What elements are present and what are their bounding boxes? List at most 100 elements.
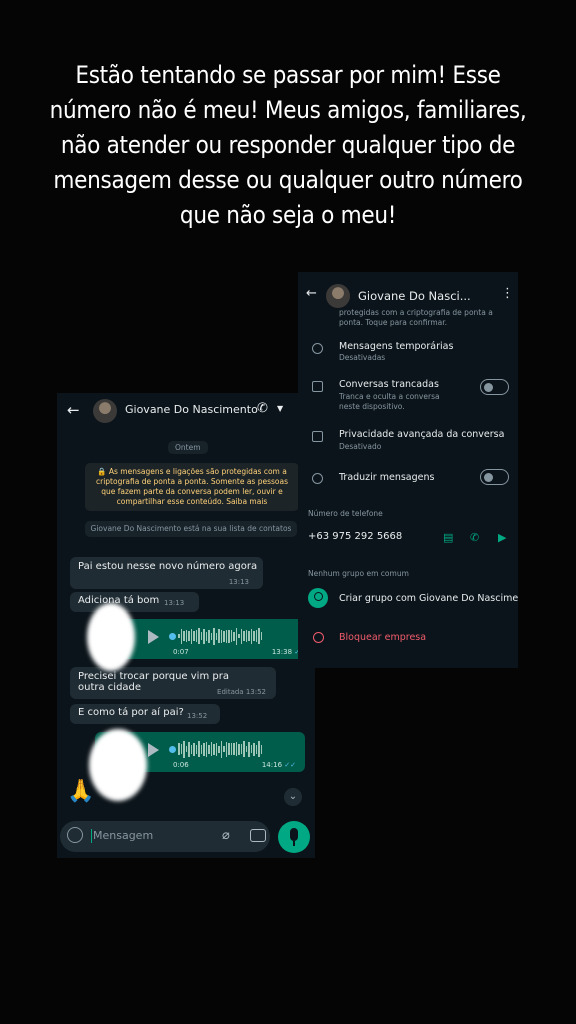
waveform-bar xyxy=(223,630,225,642)
waveform-bar xyxy=(225,629,227,643)
waveform-bar xyxy=(253,631,255,641)
block-business-button[interactable]: Bloquear empresa xyxy=(339,632,426,643)
phone-icon[interactable]: ✆ xyxy=(257,401,268,416)
waveform-bar xyxy=(235,742,237,756)
message-time: Editada 13:52 xyxy=(217,688,266,696)
incoming-message[interactable]: Precisei trocar porque vim pra outra cid… xyxy=(70,667,276,699)
waveform-bar xyxy=(188,631,190,641)
waveform-bar xyxy=(238,634,240,638)
waveform-bar xyxy=(208,629,210,643)
phone-number[interactable]: +63 975 292 5668 xyxy=(308,531,402,542)
waveform-bar xyxy=(228,629,230,643)
waveform-bar xyxy=(248,741,250,757)
redaction-blur xyxy=(87,603,135,671)
avatar[interactable] xyxy=(93,399,117,423)
info-header: ← Giovane Do Nasci... ⋮ xyxy=(298,272,518,308)
waveform-bar xyxy=(235,627,237,645)
waveform-bar xyxy=(213,627,215,645)
waveform-bar xyxy=(195,630,197,642)
mic-icon xyxy=(290,828,298,841)
caption-line: Estão tentando se passar por mim! Esse xyxy=(75,61,501,89)
waveform-bar xyxy=(225,741,227,757)
waveform-bar xyxy=(260,744,262,754)
incoming-message[interactable]: Pai estou nesse novo número agora 13:13 xyxy=(70,557,263,589)
globe-icon xyxy=(312,473,323,484)
waveform-bar xyxy=(228,743,230,755)
mic-button[interactable] xyxy=(278,821,310,853)
contact-name[interactable]: Giovane Do Nascimento xyxy=(125,403,258,416)
translate-toggle[interactable] xyxy=(480,469,509,485)
caption-line: que não seja o meu! xyxy=(179,201,397,229)
chat-header: ← Giovane Do Nascimento ✆ ▼ xyxy=(57,393,315,429)
waveform xyxy=(178,740,262,758)
encryption-hint[interactable]: protegidas com a criptografia de ponta a… xyxy=(339,308,493,328)
waveform-bar xyxy=(233,743,235,755)
waveform-bar xyxy=(215,632,217,640)
waveform-bar xyxy=(200,744,202,754)
block-icon xyxy=(313,632,324,643)
temporary-messages-title[interactable]: Mensagens temporárias xyxy=(339,341,453,352)
chevron-down-icon[interactable]: ▼ xyxy=(277,404,283,413)
back-arrow-icon[interactable]: ← xyxy=(306,286,317,301)
play-icon[interactable] xyxy=(148,743,159,757)
timer-icon xyxy=(312,343,323,354)
voice-progress-dot[interactable] xyxy=(169,746,176,753)
waveform-bar xyxy=(250,628,252,644)
create-group-button[interactable]: Criar grupo com Giovane Do Nascimento xyxy=(339,593,518,604)
waveform-bar xyxy=(258,628,260,644)
waveform-bar xyxy=(203,628,205,644)
video-call-icon[interactable]: ▶ xyxy=(498,531,506,544)
contact-info-screenshot: ← Giovane Do Nasci... ⋮ protegidas com a… xyxy=(298,272,518,668)
emoji-message[interactable]: 🙏 xyxy=(67,779,94,804)
avatar[interactable] xyxy=(326,284,350,308)
scroll-down-icon[interactable]: ⌄ xyxy=(284,788,302,806)
waveform-bar xyxy=(200,632,202,640)
waveform-bar xyxy=(205,741,207,757)
contact-name[interactable]: Giovane Do Nasci... xyxy=(358,289,471,303)
caption-line: mensagem desse ou qualquer outro número xyxy=(53,166,523,194)
encryption-notice[interactable]: 🔒 As mensagens e ligações são protegidas… xyxy=(85,463,299,511)
waveform-bar xyxy=(190,628,192,644)
waveform-bar xyxy=(213,743,215,755)
waveform-bar xyxy=(210,632,212,640)
message-time: 13:13 xyxy=(228,578,249,586)
waveform-bar xyxy=(260,632,262,640)
shield-icon xyxy=(312,431,323,442)
message-text: E como tá por aí pai? xyxy=(78,707,184,718)
incoming-message[interactable]: E como tá por aí pai? 13:52 xyxy=(70,704,220,724)
hint-line: protegidas com a criptografia de ponta a xyxy=(339,308,493,317)
sticker-icon[interactable] xyxy=(67,827,83,843)
more-options-icon[interactable]: ⋮ xyxy=(501,286,514,301)
waveform-bar xyxy=(215,742,217,756)
voice-progress-dot[interactable] xyxy=(169,633,176,640)
message-input[interactable]: Mensagem xyxy=(93,829,153,842)
locked-chats-title[interactable]: Conversas trancadas xyxy=(339,379,439,390)
play-icon[interactable] xyxy=(148,630,159,644)
waveform-bar xyxy=(243,631,245,641)
redaction-blur xyxy=(89,729,147,801)
advanced-privacy-title[interactable]: Privacidade avançada da conversa xyxy=(339,429,504,440)
waveform-bar xyxy=(250,745,252,753)
toggle-knob xyxy=(484,382,493,392)
desc-line: Tranca e oculta a conversa xyxy=(339,392,440,401)
back-arrow-icon[interactable]: ← xyxy=(67,401,80,419)
phone-icon[interactable]: ✆ xyxy=(470,531,479,544)
attach-icon[interactable]: ⌀ xyxy=(222,828,230,843)
waveform-bar xyxy=(198,741,200,757)
locked-chats-toggle[interactable] xyxy=(480,379,509,395)
waveform-bar xyxy=(240,744,242,754)
waveform-bar xyxy=(233,631,235,641)
waveform-bar xyxy=(208,744,210,754)
incoming-message[interactable]: Adiciona tá bom 13:13 xyxy=(70,592,199,612)
hint-line: ponta. Toque para confirmar. xyxy=(339,318,448,327)
waveform-bar xyxy=(180,628,182,644)
waveform-bar xyxy=(180,744,182,754)
message-icon[interactable]: ▤ xyxy=(443,531,453,544)
waveform-bar xyxy=(193,631,195,641)
waveform-bar xyxy=(245,630,247,642)
waveform-bar xyxy=(188,741,190,757)
translate-messages-title[interactable]: Traduzir mensagens xyxy=(339,472,434,483)
camera-icon[interactable] xyxy=(250,829,266,842)
message-composer[interactable]: Mensagem ⌀ xyxy=(60,821,270,852)
voice-duration: 0:06 xyxy=(173,761,189,769)
